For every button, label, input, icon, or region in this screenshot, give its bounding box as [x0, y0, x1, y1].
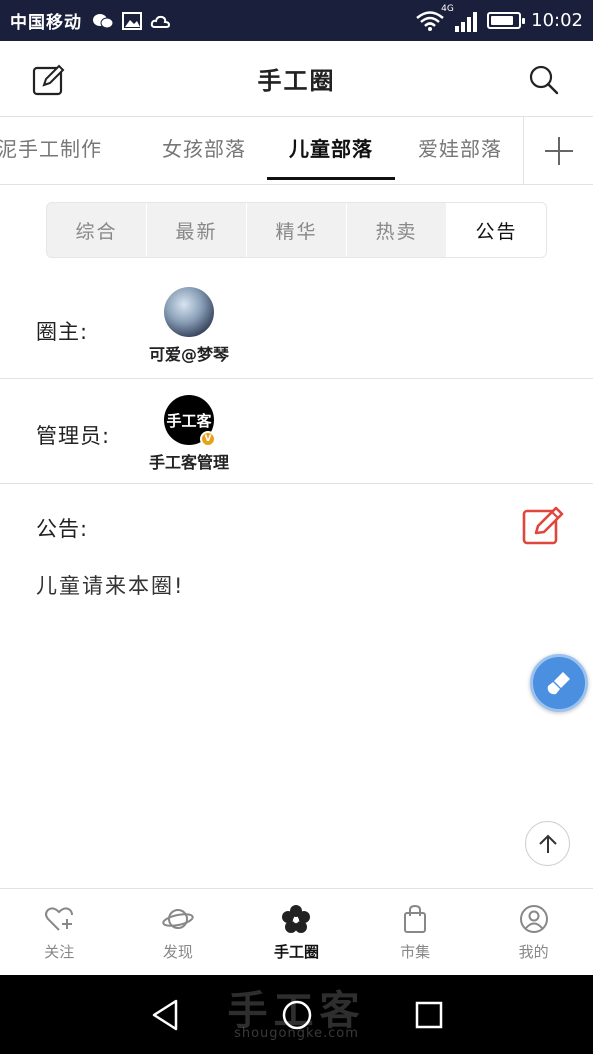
notice-label: 公告:: [36, 517, 89, 541]
owner-row: 圈主: 可爱@梦琴: [0, 270, 593, 379]
network-type: 4G: [441, 3, 454, 14]
app-header: 手工圈: [0, 41, 593, 117]
section-segment-control: 综合 最新 精华 热卖 公告: [46, 202, 547, 258]
nav-label: 市集: [400, 942, 431, 961]
verified-badge: V: [200, 431, 216, 447]
carrier-name: 中国移动: [10, 13, 82, 33]
bottom-nav: 关注 发现 手工圈 市集 我的: [0, 888, 593, 975]
arrow-up-icon: [538, 834, 557, 853]
nav-label: 关注: [44, 942, 75, 961]
segment-announcement[interactable]: 公告: [447, 203, 546, 257]
search-icon[interactable]: [529, 65, 559, 95]
owner-label: 圈主:: [36, 320, 89, 344]
page-title: 手工圈: [257, 67, 336, 95]
nav-discover[interactable]: 发现: [119, 889, 238, 975]
notice-text: 儿童请来本圈!: [36, 574, 185, 598]
segment-overview[interactable]: 综合: [47, 203, 147, 257]
plus-icon: [544, 137, 573, 165]
planet-icon: [162, 908, 194, 929]
broom-icon: [547, 672, 570, 695]
nav-market[interactable]: 市集: [356, 889, 475, 975]
segment-latest[interactable]: 最新: [147, 203, 247, 257]
owner-name[interactable]: 可爱@梦琴: [129, 341, 249, 365]
admin-label: 管理员:: [36, 424, 111, 448]
owner-profile[interactable]: 可爱@梦琴: [129, 287, 249, 365]
back-icon[interactable]: [148, 997, 184, 1033]
status-bar: 中国移动 4G 10:02: [0, 0, 593, 41]
recents-icon[interactable]: [411, 997, 447, 1033]
segment-hot-sale[interactable]: 热卖: [347, 203, 447, 257]
nav-label: 发现: [162, 942, 193, 961]
flower-icon: [282, 904, 311, 933]
wechat-icon: [93, 13, 114, 28]
tab-category-2[interactable]: 儿童部落: [267, 117, 395, 184]
tab-category-1[interactable]: 女孩部落: [162, 117, 246, 184]
nav-craft-circle[interactable]: 手工圈: [237, 889, 356, 975]
floating-action-button[interactable]: [530, 654, 588, 712]
nav-follow[interactable]: 关注: [0, 889, 119, 975]
heart-plus-icon: [45, 906, 74, 931]
shopping-bag-icon: [404, 904, 427, 933]
system-nav-bar: [0, 975, 593, 1054]
segment-featured[interactable]: 精华: [247, 203, 347, 257]
nav-label: 手工圈: [273, 942, 319, 961]
avatar-text: 手工客: [166, 411, 212, 430]
clock: 10:02: [531, 10, 583, 31]
admin-profile[interactable]: 手工客 V 手工客管理: [129, 395, 249, 473]
signal-icon: 4G: [441, 4, 478, 32]
category-tabs: 纸泥手工制作 女孩部落 儿童部落 爱娃部落: [0, 117, 593, 185]
edit-notice-icon[interactable]: [522, 503, 566, 547]
admin-row: 管理员: 手工客 V 手工客管理: [0, 379, 593, 484]
weather-icon: [150, 15, 171, 28]
compose-icon[interactable]: [32, 63, 66, 97]
back-to-top-button[interactable]: [525, 821, 570, 866]
tab-category-0[interactable]: 纸泥手工制作: [0, 117, 102, 184]
nav-me[interactable]: 我的: [474, 889, 593, 975]
avatar[interactable]: [164, 287, 214, 337]
home-icon[interactable]: [279, 997, 315, 1033]
battery-icon: [487, 12, 526, 29]
nav-label: 我的: [518, 942, 549, 961]
avatar[interactable]: 手工客 V: [164, 395, 216, 447]
admin-name[interactable]: 手工客管理: [129, 449, 249, 473]
add-category-button[interactable]: [523, 117, 593, 184]
gallery-icon: [122, 11, 142, 30]
user-icon: [519, 904, 548, 933]
tab-category-3[interactable]: 爱娃部落: [418, 117, 502, 184]
